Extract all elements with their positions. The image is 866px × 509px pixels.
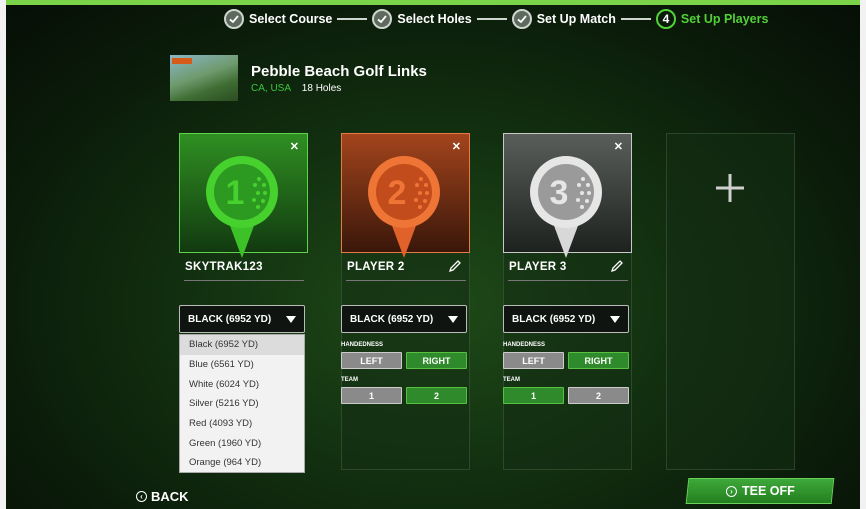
tee-option[interactable]: Blue (6561 YD): [180, 355, 304, 375]
name-underline: [346, 280, 466, 281]
handedness-right-button[interactable]: RIGHT: [406, 352, 467, 369]
handedness-label: HANDEDNESS: [503, 342, 546, 348]
course-location: CA, USA: [251, 82, 292, 94]
back-button[interactable]: ‹ BACK: [136, 489, 189, 504]
name-underline: [184, 280, 304, 281]
step-connector: [337, 18, 368, 20]
tee-ball-icon: 1: [206, 156, 278, 258]
step-set-up-players: 4 Set Up Players: [655, 9, 769, 29]
tee-option[interactable]: Black (6952 YD): [180, 335, 304, 355]
check-icon: [511, 9, 532, 29]
handedness-left-button[interactable]: LEFT: [341, 352, 402, 369]
player-name: SKYTRAK123: [185, 261, 263, 273]
add-player-plus-icon[interactable]: [714, 172, 746, 204]
step-select-course[interactable]: Select Course: [224, 9, 332, 29]
step-set-up-match[interactable]: Set Up Match: [511, 9, 616, 29]
course-holes: 18 Holes: [301, 82, 342, 94]
tee-option[interactable]: Green (1960 YD): [180, 433, 304, 453]
check-icon: [372, 9, 393, 29]
step-number: 4: [655, 9, 676, 29]
remove-player-close-icon[interactable]: ✕: [452, 140, 461, 153]
tee-off-label: TEE OFF: [741, 484, 795, 498]
remove-player-close-icon[interactable]: ✕: [614, 140, 623, 153]
check-icon: [224, 9, 244, 29]
tee-option[interactable]: Silver (5216 YD): [180, 394, 304, 414]
caret-down-icon: [448, 315, 458, 323]
tee-select-dropdown[interactable]: BLACK (6952 YD): [503, 305, 629, 333]
player-card-3: ✕ 3 PLAYER 3 BLACK (6952 YD) HANDEDNESS …: [503, 133, 632, 470]
course-name: Pebble Beach Golf Links: [251, 62, 427, 80]
pencil-icon[interactable]: [448, 259, 462, 273]
team-1-button[interactable]: 1: [503, 387, 564, 404]
step-label: Set Up Match: [536, 12, 616, 26]
step-label: Select Holes: [397, 12, 472, 26]
step-label: Select Course: [249, 12, 333, 26]
tee-off-button[interactable]: › TEE OFF: [685, 478, 835, 504]
right-frame: [860, 0, 866, 509]
tee-select-value: BLACK (6952 YD): [350, 313, 434, 325]
handedness-left-button[interactable]: LEFT: [503, 352, 564, 369]
handedness-label: HANDEDNESS: [341, 342, 384, 348]
back-label: BACK: [151, 489, 189, 504]
pencil-icon[interactable]: [610, 259, 624, 273]
tee-select-dropdown[interactable]: BLACK (6952 YD): [179, 305, 305, 333]
player-number: 1: [226, 174, 245, 212]
player-name[interactable]: PLAYER 2: [347, 261, 405, 273]
course-header: Pebble Beach Golf Links CA, USA 18 Holes: [170, 55, 427, 101]
remove-player-close-icon[interactable]: ✕: [290, 140, 299, 153]
setup-stepper: Select Course Select Holes Set Up Match …: [224, 8, 768, 30]
team-label: TEAM: [503, 377, 520, 383]
tee-option[interactable]: White (6024 YD): [180, 374, 304, 394]
team-label: TEAM: [341, 377, 358, 383]
forward-arrow-icon: ›: [725, 485, 737, 497]
tee-ball-icon: 3: [530, 156, 602, 258]
player-number: 3: [550, 174, 569, 212]
player-card-2: ✕ 2 PLAYER 2 BLACK (6952 YD) HANDEDNESS …: [341, 133, 470, 470]
left-frame: [0, 0, 6, 509]
step-select-holes[interactable]: Select Holes: [372, 9, 472, 29]
team-2-button[interactable]: 2: [568, 387, 629, 404]
player-name[interactable]: PLAYER 3: [509, 261, 567, 273]
course-thumbnail: [170, 55, 238, 101]
tee-select-value: BLACK (6952 YD): [512, 313, 596, 325]
tee-options-list: Black (6952 YD) Blue (6561 YD) White (60…: [179, 334, 305, 473]
top-accent-bar: [0, 0, 866, 5]
step-connector: [476, 18, 507, 20]
name-underline: [508, 280, 628, 281]
step-connector: [620, 18, 651, 20]
tee-option[interactable]: Orange (964 YD): [180, 453, 304, 473]
team-2-button[interactable]: 2: [406, 387, 467, 404]
step-label: Set Up Players: [680, 12, 769, 26]
team-1-button[interactable]: 1: [341, 387, 402, 404]
tee-ball-icon: 2: [368, 156, 440, 258]
handedness-right-button[interactable]: RIGHT: [568, 352, 629, 369]
tee-option[interactable]: Red (4093 YD): [180, 414, 304, 434]
caret-down-icon: [286, 315, 296, 323]
caret-down-icon: [610, 315, 620, 323]
back-arrow-icon: ‹: [136, 491, 147, 502]
tee-select-dropdown[interactable]: BLACK (6952 YD): [341, 305, 467, 333]
tee-select-value: BLACK (6952 YD): [188, 313, 272, 325]
player-number: 2: [388, 174, 407, 212]
